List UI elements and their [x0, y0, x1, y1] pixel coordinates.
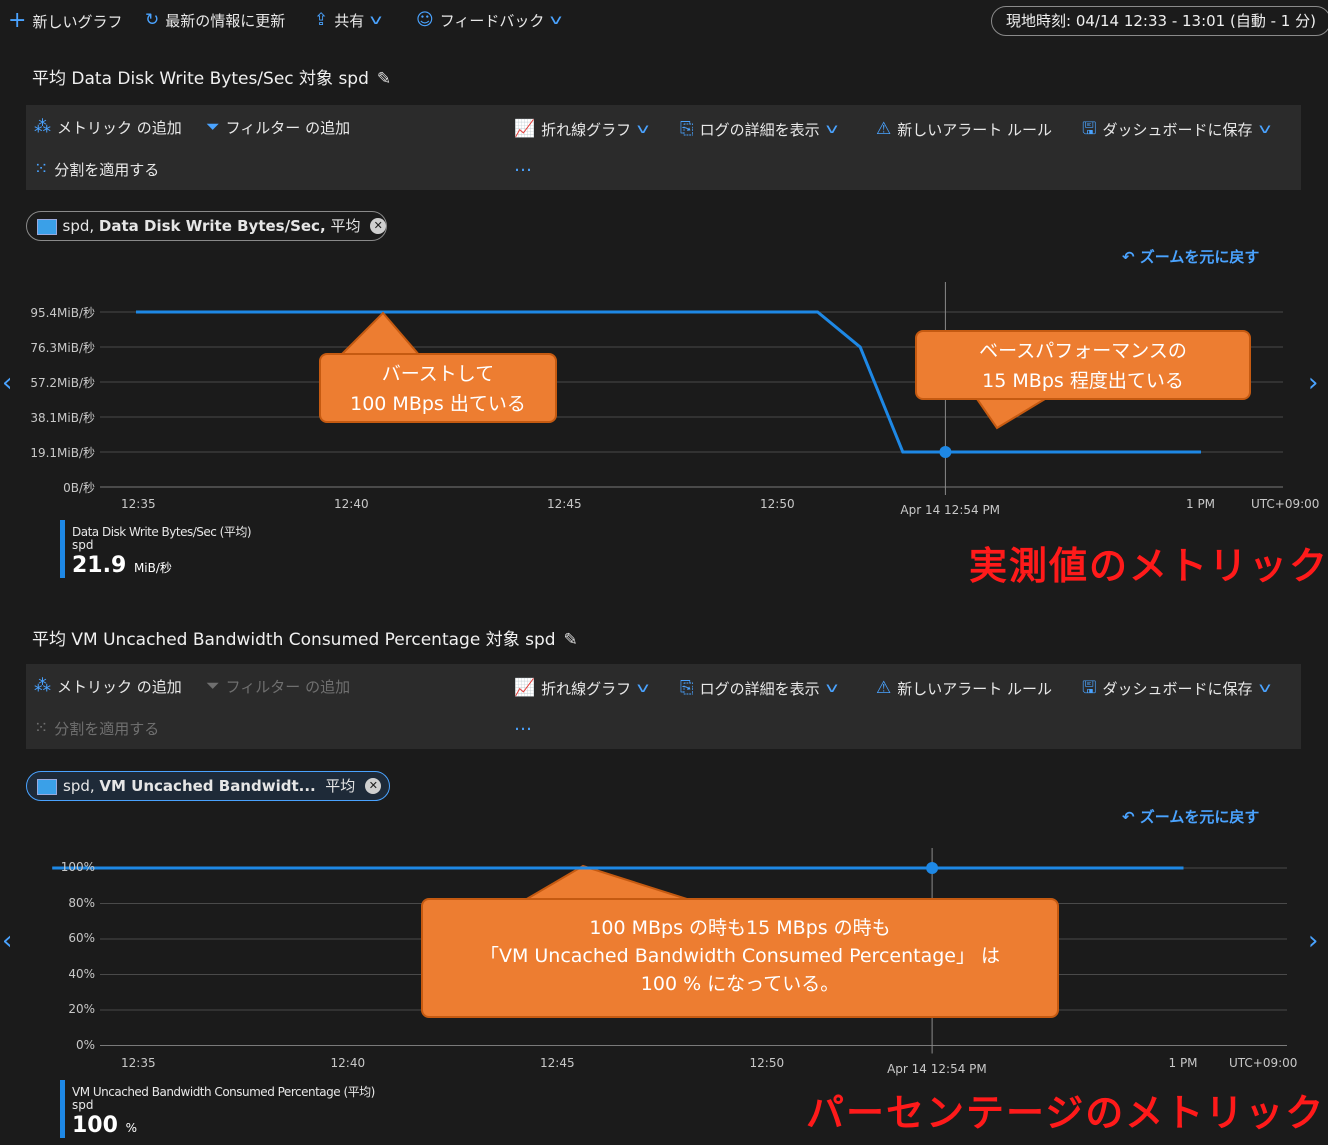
save-icon: 🖫	[1082, 678, 1097, 698]
callout-percentage-line1: 100 MBps の時も15 MBps の時も	[589, 917, 891, 939]
save-dashboard-label: ダッシュボードに保存	[1102, 680, 1253, 698]
add-metric-button[interactable]: ⁂ メトリック の追加	[34, 676, 182, 697]
pencil-icon[interactable]: ✎	[564, 630, 578, 650]
x-tick-label: 12:50	[749, 1055, 785, 1070]
callout-burst-line1: バーストして	[381, 363, 495, 385]
pill-aggregation: 平均	[325, 777, 356, 795]
chart2-title: 平均 VM Uncached Bandwidth Consumed Percen…	[32, 625, 578, 650]
line-chart-icon: 📈	[514, 678, 536, 698]
y-tick-label: 100%	[60, 860, 95, 874]
callout-percentage-line3: 100 % になっている。	[640, 973, 840, 995]
chart2-toolbar: ⁂ メトリック の追加 ⏷ フィルター の追加 ⁙ 分割を適用する 📈 折れ線グラフ v …	[26, 664, 1301, 749]
add-filter-label: フィルター の追加	[225, 678, 351, 696]
new-alert-label: 新しいアラート ルール	[897, 680, 1053, 698]
legend-color-bar	[60, 1080, 65, 1138]
pill-metric: VM Uncached Bandwidt...	[99, 777, 316, 795]
callout-burst-line2: 100 MBps 出ている	[350, 393, 526, 415]
zoom-reset-label: ズームを元に戻す	[1139, 808, 1260, 826]
callout-percentage-line2: 「VM Uncached Bandwidth Consumed Percenta…	[479, 945, 1001, 967]
chart2-annotation-label: パーセンテージのメトリック	[806, 1091, 1326, 1135]
save-dashboard-dropdown[interactable]: 🖫 ダッシュボードに保存 v	[1082, 678, 1271, 699]
split-icon: ⁙	[34, 718, 49, 738]
line-chart-dropdown[interactable]: 📈 折れ線グラフ v	[514, 678, 650, 699]
callout-burst: バーストして 100 MBps 出ている	[319, 353, 557, 423]
zoom-reset-link[interactable]: ↶ ズームを元に戻す	[1122, 806, 1259, 827]
callout-pointer	[337, 311, 423, 357]
y-tick-label: 40%	[68, 966, 95, 981]
callout-baseline: ベースパフォーマンスの 15 MBps 程度出ている	[915, 330, 1251, 400]
alert-icon: ⚠	[876, 678, 892, 698]
chart1-annotation-label: 実測値のメトリック	[969, 544, 1328, 588]
close-icon[interactable]: ✕	[365, 778, 382, 794]
pill-resource: spd,	[63, 777, 95, 795]
x-tick-label: 1 PM	[1168, 1055, 1198, 1070]
y-tick-label: 80%	[68, 895, 95, 910]
crosshair-time-label: Apr 14 12:54 PM	[887, 1061, 987, 1076]
y-tick-label: 60%	[68, 931, 95, 945]
sparkle-icon: ⁂	[34, 676, 51, 696]
chevron-down-icon: v	[1258, 681, 1271, 696]
vm-icon	[37, 779, 57, 795]
add-metric-label: メトリック の追加	[57, 678, 182, 696]
callout-baseline-line1: ベースパフォーマンスの	[979, 340, 1187, 362]
legend-value-unit: %	[125, 1121, 138, 1135]
callout-percentage: 100 MBps の時も15 MBps の時も 「VM Uncached Ban…	[421, 898, 1059, 1018]
x-tick-label: 12:35	[121, 1055, 156, 1070]
more-options-button[interactable]: …	[514, 714, 534, 735]
callout-pointer	[973, 395, 1054, 430]
chart2-metric-pill[interactable]: spd, VM Uncached Bandwidt... 平均 ✕	[26, 771, 390, 801]
filter-icon: ⏷	[206, 676, 220, 696]
legend-value-number: 100	[72, 1113, 118, 1138]
new-alert-button[interactable]: ⚠ 新しいアラート ルール	[876, 678, 1052, 699]
legend-value: 100 %	[72, 1113, 137, 1138]
view-logs-label: ログの詳細を表示	[699, 680, 820, 698]
legend-resource: spd	[72, 1098, 94, 1112]
timezone-label: UTC+09:00	[1229, 1055, 1298, 1070]
apply-split-label: 分割を適用する	[54, 720, 160, 738]
apply-split-button[interactable]: ⁙ 分割を適用する	[34, 718, 159, 739]
x-tick-label: 12:40	[330, 1055, 366, 1070]
logs-icon: ⎘	[680, 678, 694, 698]
x-tick-label: 12:45	[540, 1055, 575, 1070]
legend-metric-name: VM Uncached Bandwidth Consumed Percentag…	[72, 1085, 375, 1099]
undo-icon: ↶	[1122, 808, 1140, 826]
hover-point	[926, 862, 939, 874]
y-tick-label: 0%	[75, 1037, 95, 1052]
add-filter-button[interactable]: ⏷ フィルター の追加	[206, 676, 350, 697]
chevron-down-icon: v	[636, 681, 650, 696]
view-logs-dropdown[interactable]: ⎘ ログの詳細を表示 v	[680, 678, 838, 699]
y-tick-label: 20%	[68, 1002, 95, 1016]
chart2-title-text: 平均 VM Uncached Bandwidth Consumed Percen…	[32, 630, 556, 650]
chevron-down-icon: v	[825, 681, 838, 696]
line-chart-label: 折れ線グラフ	[541, 680, 632, 698]
callout-baseline-line2: 15 MBps 程度出ている	[982, 370, 1184, 392]
